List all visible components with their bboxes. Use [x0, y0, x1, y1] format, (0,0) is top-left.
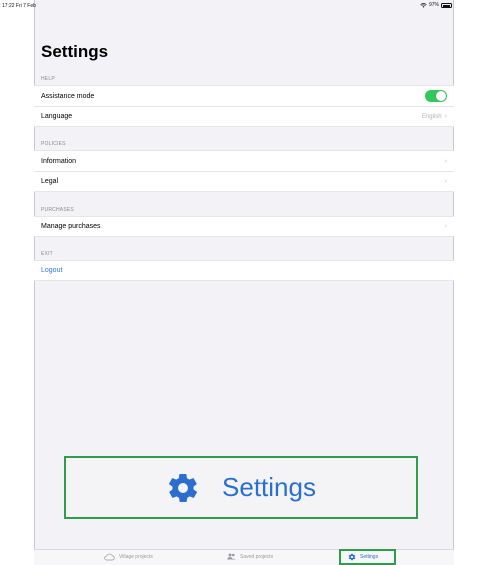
settings-tab-callout: Settings — [64, 456, 418, 519]
manage-purchases-label: Manage purchases — [41, 223, 101, 230]
section-header-exit: EXIT — [41, 251, 53, 257]
battery-percent: 97% — [429, 2, 440, 8]
language-row[interactable]: Language English › — [34, 106, 454, 127]
language-label: Language — [41, 113, 73, 120]
status-indicators: 97% — [420, 2, 453, 8]
chevron-right-icon: › — [444, 113, 447, 120]
information-label: Information — [41, 157, 77, 165]
status-time: 17:22 Fri 7 Feb — [2, 3, 36, 9]
information-row[interactable]: Information › — [34, 150, 454, 171]
chevron-right-icon: › — [444, 223, 447, 230]
callout-label: Settings — [222, 472, 316, 502]
assistance-mode-row: Assistance mode — [34, 85, 454, 106]
battery-icon — [441, 2, 453, 8]
section-header-purchases: PURCHASES — [41, 207, 74, 213]
section-header-help: HELP — [41, 76, 55, 82]
tab-village-projects[interactable]: Village projects — [104, 553, 153, 561]
users-icon — [227, 553, 236, 560]
wifi-icon — [420, 2, 427, 8]
language-value: English — [421, 113, 442, 120]
logout-row[interactable]: Logout — [34, 260, 454, 281]
legal-row[interactable]: Legal › — [34, 171, 454, 192]
legal-label: Legal — [41, 178, 59, 185]
section-header-policies: POLICIES — [41, 141, 66, 147]
chevron-right-icon: › — [444, 157, 447, 165]
assistance-mode-toggle[interactable] — [425, 90, 447, 102]
tab-village-projects-label: Village projects — [119, 554, 153, 560]
manage-purchases-row[interactable]: Manage purchases › — [34, 216, 454, 237]
settings-tab-highlight — [339, 549, 396, 565]
tab-saved-projects[interactable]: Saved projects — [227, 553, 273, 560]
page-title: Settings — [41, 42, 109, 61]
logout-button[interactable]: Logout — [41, 267, 62, 274]
chevron-right-icon: › — [444, 178, 447, 185]
cloud-icon — [104, 553, 115, 561]
tab-saved-projects-label: Saved projects — [240, 553, 274, 560]
assistance-mode-label: Assistance mode — [41, 92, 95, 100]
gear-icon — [169, 473, 197, 502]
